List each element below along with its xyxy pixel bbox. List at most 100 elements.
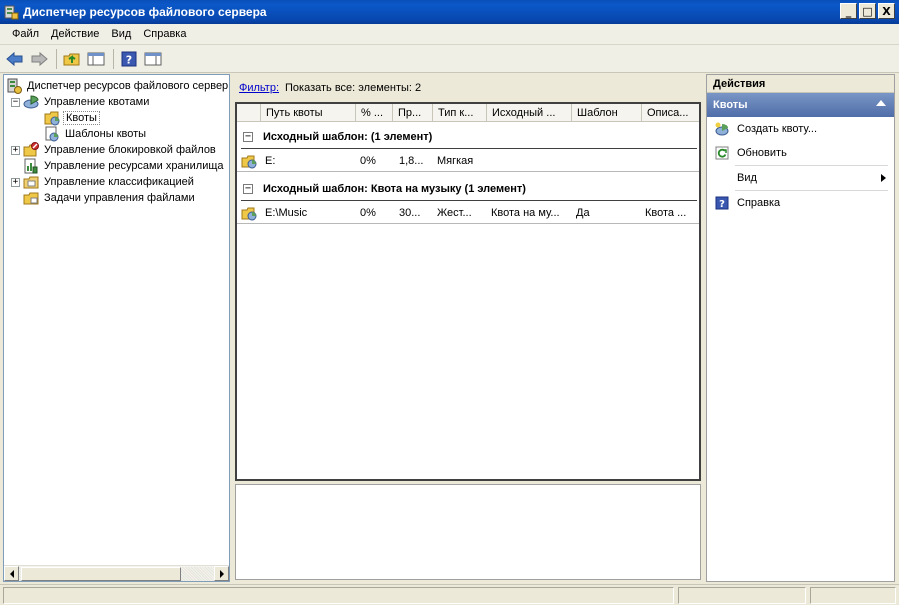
actions-section-quotas[interactable]: Квоты	[707, 93, 894, 117]
help-button[interactable]: ?	[118, 48, 140, 70]
column-header-template[interactable]: Шаблон	[572, 104, 642, 122]
group-header[interactable]: − Исходный шаблон: (1 элемент)	[237, 126, 699, 148]
tree-label: Управление ресурсами хранилища	[44, 160, 224, 172]
collapse-toggle[interactable]: −	[11, 97, 20, 107]
toolbar-separator	[113, 48, 114, 69]
svg-text:?: ?	[126, 53, 132, 66]
close-button[interactable]: X	[878, 3, 895, 19]
cell-source-template: Квота на му...	[491, 207, 560, 219]
action-refresh[interactable]: Обновить	[707, 141, 894, 165]
help-icon: ?	[715, 196, 729, 210]
forward-arrow-icon	[31, 51, 48, 66]
cell-description	[645, 150, 699, 172]
scroll-thumb[interactable]	[21, 566, 181, 581]
cell-percent-used: 0%	[360, 207, 376, 219]
table-row[interactable]: E: 0% 1,8... Мягкая	[237, 150, 699, 172]
maximize-button[interactable]: □	[859, 3, 876, 19]
actions-header: Действия	[707, 75, 894, 93]
action-label: Вид	[737, 172, 757, 184]
show-hide-action-pane-button[interactable]	[142, 48, 164, 70]
column-header-percent-used[interactable]: % ...	[356, 104, 393, 122]
status-bar	[0, 584, 899, 605]
console-tree-icon	[87, 52, 105, 65]
action-create-quota[interactable]: Создать квоту...	[707, 117, 894, 141]
tree-label: Шаблоны квоты	[65, 128, 147, 140]
quota-template-icon	[45, 126, 59, 142]
column-header-source-template[interactable]: Исходный ...	[487, 104, 572, 122]
action-label: Создать квоту...	[737, 123, 817, 135]
tree-label: Управление блокировкой файлов	[44, 144, 216, 156]
back-button[interactable]	[4, 48, 26, 70]
tree-label: Диспетчер ресурсов файлового сервер	[27, 80, 229, 92]
tree-item-file-management-tasks[interactable]: Задачи управления файлами	[23, 190, 197, 206]
column-header-icon[interactable]	[237, 104, 261, 122]
show-hide-tree-button[interactable]	[85, 48, 107, 70]
details-pane	[235, 484, 701, 580]
actions-pane: Действия Квоты Создать квоту... Обновить…	[706, 74, 895, 582]
column-header-description[interactable]: Описа...	[642, 104, 699, 122]
title-bar: Диспетчер ресурсов файлового сервера _ □…	[0, 0, 899, 24]
filter-summary: Показать все: элементы: 2	[285, 82, 422, 94]
status-cell-secondary	[678, 587, 806, 604]
column-header-quota-path[interactable]: Путь квоты	[261, 104, 356, 122]
quota-folder-icon	[241, 155, 257, 169]
menu-help[interactable]: Справка	[137, 28, 192, 40]
table-row[interactable]: E:\Music 0% 30... Жест... Квота на му...…	[237, 202, 699, 224]
submenu-arrow-icon	[881, 174, 886, 182]
up-level-button[interactable]	[61, 48, 83, 70]
quota-folder-icon	[241, 207, 257, 221]
minimize-button[interactable]: _	[840, 3, 857, 19]
quota-folder-icon	[44, 111, 60, 126]
scroll-left-button[interactable]	[4, 566, 19, 581]
folder-up-icon	[63, 53, 80, 65]
filter-link[interactable]: Фильтр:	[239, 82, 279, 94]
storage-report-icon	[24, 158, 38, 174]
status-cell-main	[3, 587, 674, 604]
group-collapse-toggle[interactable]: −	[243, 184, 253, 194]
group-header[interactable]: − Исходный шаблон: Квота на музыку (1 эл…	[237, 178, 699, 200]
app-icon	[4, 5, 19, 20]
cell-source-template	[491, 150, 571, 172]
group-divider	[241, 148, 697, 149]
column-header-quota-type[interactable]: Тип к...	[433, 104, 487, 122]
expand-toggle[interactable]: +	[11, 177, 20, 187]
tree-item-file-screening[interactable]: + Управление блокировкой файлов	[11, 142, 218, 158]
group-collapse-toggle[interactable]: −	[243, 132, 253, 142]
chevron-left-icon	[9, 569, 14, 578]
svg-text:?: ?	[719, 199, 725, 210]
toolbar-separator	[56, 48, 57, 69]
group-label: Исходный шаблон: Квота на музыку (1 элем…	[263, 183, 526, 195]
column-header-limit[interactable]: Пр...	[393, 104, 433, 122]
tree-horizontal-scrollbar[interactable]	[4, 565, 229, 581]
tree-item-quota-management[interactable]: − Управление квотами	[11, 94, 151, 110]
menu-file[interactable]: Файл	[6, 28, 45, 40]
refresh-icon	[715, 146, 729, 160]
window-controls: _ □ X	[840, 3, 895, 19]
chevron-right-icon	[219, 569, 224, 578]
tree-item-storage-reports[interactable]: Управление ресурсами хранилища	[23, 158, 226, 174]
help-icon: ?	[121, 51, 137, 66]
forward-button[interactable]	[28, 48, 50, 70]
menu-action[interactable]: Действие	[45, 28, 105, 40]
group-divider	[241, 200, 697, 201]
scroll-right-button[interactable]	[214, 566, 229, 581]
cell-quota-type: Жест...	[437, 207, 472, 219]
tree-item-fsrm[interactable]: Диспетчер ресурсов файлового сервер	[6, 78, 229, 94]
tree-item-quota-templates[interactable]: Шаблоны квоты	[44, 126, 148, 142]
file-screen-icon	[23, 142, 39, 157]
scroll-track[interactable]	[19, 566, 214, 581]
tree-item-classification[interactable]: + Управление классификацией	[11, 174, 196, 190]
expand-toggle[interactable]: +	[11, 145, 20, 155]
action-help[interactable]: ? Справка	[707, 191, 894, 215]
status-cell-tertiary	[810, 587, 896, 604]
tree-label: Квоты	[63, 111, 100, 125]
collapse-arrow-icon[interactable]	[876, 100, 886, 106]
menu-view[interactable]: Вид	[105, 28, 137, 40]
console-tree: Диспетчер ресурсов файлового сервер − Уп…	[4, 75, 229, 565]
action-view[interactable]: Вид	[707, 166, 894, 190]
cell-quota-type: Мягкая	[437, 155, 474, 167]
cell-description: Квота ...	[645, 207, 687, 219]
filter-bar: Фильтр: Показать все: элементы: 2	[234, 74, 702, 102]
tree-item-quotas[interactable]: Квоты	[44, 110, 100, 126]
window-title: Диспетчер ресурсов файлового сервера	[23, 5, 267, 19]
